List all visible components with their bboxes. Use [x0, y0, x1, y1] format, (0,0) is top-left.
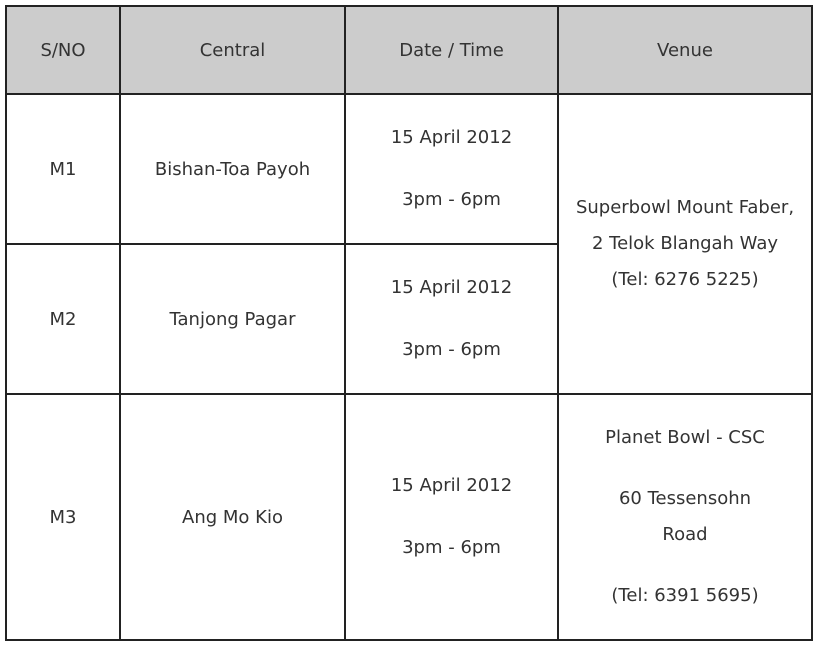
header-date-time: Date / Time [344, 5, 559, 95]
schedule-table: S/NO Central Date / Time Venue M1 Bishan… [5, 5, 813, 641]
date-text: 15 April 2012 [390, 127, 513, 148]
cell-venue: Superbowl Mount Faber, 2 Telok Blangah W… [557, 93, 813, 395]
header-venue: Venue [557, 5, 813, 95]
venue-name: Planet Bowl - CSC [605, 427, 765, 448]
cell-central: Ang Mo Kio [119, 393, 346, 641]
cell-date-time: 15 April 2012 3pm - 6pm [344, 243, 559, 395]
venue-address: 60 Tessensohn Road [618, 488, 752, 545]
time-text: 3pm - 6pm [402, 339, 501, 360]
cell-venue: Planet Bowl - CSC 60 Tessensohn Road (Te… [557, 393, 813, 641]
time-text: 3pm - 6pm [402, 189, 501, 210]
header-central: Central [119, 5, 346, 95]
venue-text: Superbowl Mount Faber, 2 Telok Blangah W… [575, 197, 795, 290]
cell-date-time: 15 April 2012 3pm - 6pm [344, 393, 559, 641]
time-text: 3pm - 6pm [402, 537, 501, 558]
header-row: S/NO Central Date / Time Venue [5, 5, 813, 95]
cell-central: Bishan-Toa Payoh [119, 93, 346, 245]
cell-sno: M3 [5, 393, 121, 641]
cell-sno: M2 [5, 243, 121, 395]
cell-date-time: 15 April 2012 3pm - 6pm [344, 93, 559, 245]
cell-sno: M1 [5, 93, 121, 245]
cell-central: Tanjong Pagar [119, 243, 346, 395]
venue-tel: (Tel: 6391 5695) [611, 585, 759, 606]
date-text: 15 April 2012 [390, 277, 513, 298]
table-row: M3 Ang Mo Kio 15 April 2012 3pm - 6pm Pl… [5, 393, 813, 641]
table-row: M1 Bishan-Toa Payoh 15 April 2012 3pm - … [5, 93, 813, 395]
date-text: 15 April 2012 [390, 475, 513, 496]
page: S/NO Central Date / Time Venue M1 Bishan… [5, 5, 813, 641]
header-sno: S/NO [5, 5, 121, 95]
